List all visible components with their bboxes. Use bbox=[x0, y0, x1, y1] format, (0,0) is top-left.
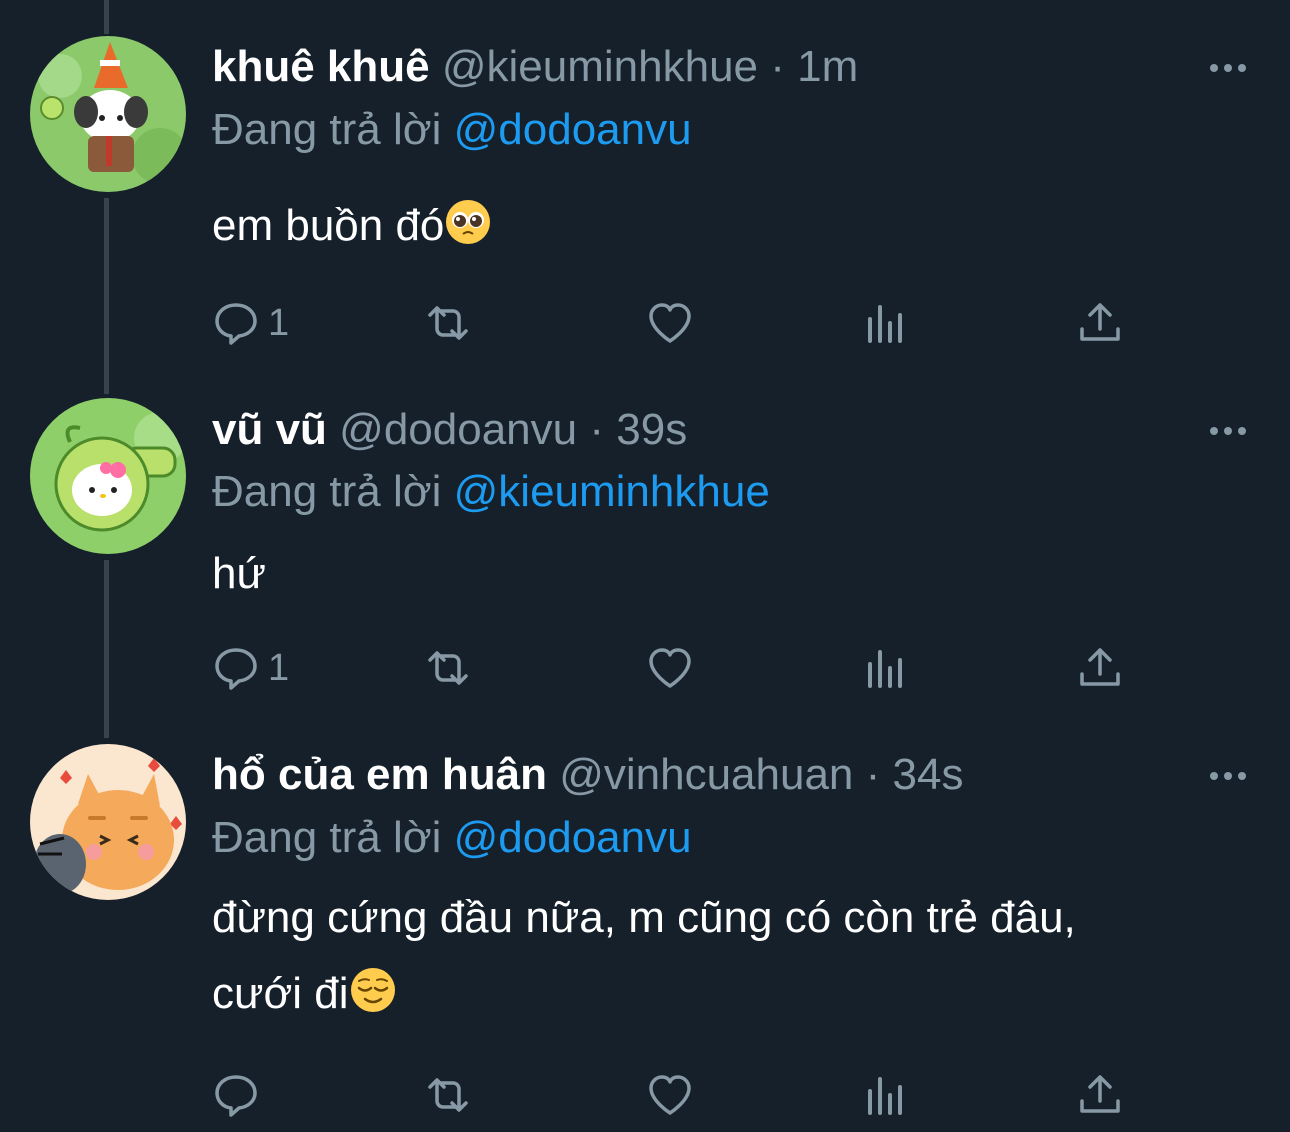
username[interactable]: @vinhcuahuan bbox=[559, 750, 853, 799]
replying-label: Đang trả lời bbox=[212, 813, 442, 862]
heart-icon bbox=[649, 1075, 691, 1115]
tweet-header: hổ của em huân @vinhcuahuan · 34s bbox=[212, 747, 963, 803]
orange-cat-avatar-icon bbox=[30, 744, 186, 900]
retweet-icon bbox=[428, 1078, 468, 1112]
separator: · bbox=[865, 750, 881, 799]
display-name[interactable]: hổ của em huân bbox=[212, 750, 547, 799]
views-button[interactable] bbox=[862, 1070, 910, 1120]
tweet-text: đừng cứng đầu nữa, m cũng có còn trẻ đâu… bbox=[212, 880, 1172, 1032]
like-button[interactable] bbox=[646, 1070, 694, 1120]
avatar[interactable] bbox=[30, 744, 186, 900]
tweet[interactable]: hổ của em huân @vinhcuahuan · 34s Đang t… bbox=[0, 0, 1290, 1132]
replying-to: Đang trả lời @dodoanvu bbox=[212, 810, 692, 866]
share-button[interactable] bbox=[1076, 1070, 1124, 1120]
share-icon bbox=[1080, 1075, 1120, 1113]
retweet-button[interactable] bbox=[424, 1070, 472, 1120]
reply-button[interactable] bbox=[212, 1070, 268, 1120]
action-bar bbox=[212, 1070, 1132, 1120]
analytics-icon bbox=[868, 1077, 902, 1115]
relieved-face-icon bbox=[350, 968, 395, 1012]
reply-icon bbox=[215, 1075, 257, 1117]
tweet-text-content: đừng cứng đầu nữa, m cũng có còn trẻ đâu… bbox=[212, 893, 1076, 1018]
timestamp[interactable]: 34s bbox=[893, 750, 964, 799]
more-options-icon[interactable] bbox=[1208, 766, 1248, 786]
mention-link[interactable]: @dodoanvu bbox=[454, 813, 692, 862]
